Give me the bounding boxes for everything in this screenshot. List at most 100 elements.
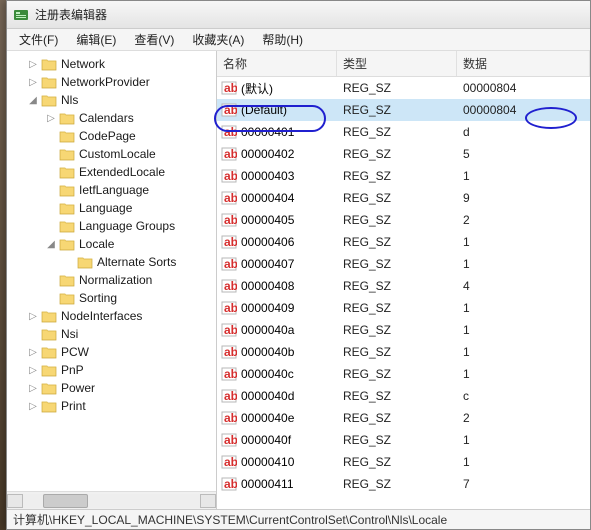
value-row[interactable]: ab00000404REG_SZ9 — [217, 187, 590, 209]
tree-item[interactable]: ◢Locale — [11, 235, 216, 253]
value-row[interactable]: ab00000411REG_SZ7 — [217, 473, 590, 495]
tree-item[interactable]: ▷Print — [11, 397, 216, 415]
value-row[interactable]: ab(Default)REG_SZ00000804 — [217, 99, 590, 121]
string-value-icon: ab — [221, 366, 237, 382]
tree-item[interactable]: ▷NodeInterfaces — [11, 307, 216, 325]
col-header-type[interactable]: 类型 — [337, 51, 457, 76]
tree-item-label: ExtendedLocale — [79, 165, 165, 179]
tree-pane: ▷Network▷NetworkProvider◢Nls▷CalendarsCo… — [7, 51, 217, 509]
value-data: 9 — [457, 191, 590, 205]
value-data: d — [457, 125, 590, 139]
titlebar[interactable]: 注册表编辑器 — [7, 1, 590, 29]
tree-item[interactable]: CustomLocale — [11, 145, 216, 163]
value-row[interactable]: ab0000040cREG_SZ1 — [217, 363, 590, 385]
tree-item[interactable]: Language Groups — [11, 217, 216, 235]
tree-item[interactable]: ▷NetworkProvider — [11, 73, 216, 91]
string-value-icon: ab — [221, 322, 237, 338]
tree-toggle-icon[interactable]: ▷ — [27, 310, 39, 322]
value-type: REG_SZ — [337, 455, 457, 469]
tree-toggle-icon[interactable]: ▷ — [27, 58, 39, 70]
tree-view[interactable]: ▷Network▷NetworkProvider◢Nls▷CalendarsCo… — [7, 51, 216, 491]
svg-text:ab: ab — [224, 367, 237, 381]
col-header-data[interactable]: 数据 — [457, 51, 590, 76]
value-row[interactable]: ab00000408REG_SZ4 — [217, 275, 590, 297]
scroll-left-icon[interactable] — [7, 494, 23, 508]
tree-item-label: CustomLocale — [79, 147, 156, 161]
tree-item-label: Alternate Sorts — [97, 255, 176, 269]
menu-edit[interactable]: 编辑(E) — [68, 29, 124, 50]
tree-item[interactable]: CodePage — [11, 127, 216, 145]
tree-toggle-icon[interactable]: ▷ — [27, 400, 39, 412]
tree-item[interactable]: Alternate Sorts — [11, 253, 216, 271]
tree-item[interactable]: ▷PCW — [11, 343, 216, 361]
value-row[interactable]: ab00000407REG_SZ1 — [217, 253, 590, 275]
string-value-icon: ab — [221, 234, 237, 250]
value-type: REG_SZ — [337, 103, 457, 117]
value-data: 2 — [457, 213, 590, 227]
tree-toggle-icon[interactable]: ▷ — [27, 382, 39, 394]
tree-toggle-icon[interactable]: ▷ — [45, 112, 57, 124]
string-value-icon: ab — [221, 256, 237, 272]
value-type: REG_SZ — [337, 389, 457, 403]
scroll-right-icon[interactable] — [200, 494, 216, 508]
svg-text:ab: ab — [224, 191, 237, 205]
tree-hscrollbar[interactable] — [7, 491, 216, 509]
value-data: 1 — [457, 169, 590, 183]
value-row[interactable]: ab0000040bREG_SZ1 — [217, 341, 590, 363]
tree-item-label: Language — [79, 201, 132, 215]
value-row[interactable]: ab00000410REG_SZ1 — [217, 451, 590, 473]
value-type: REG_SZ — [337, 169, 457, 183]
value-data: 1 — [457, 433, 590, 447]
scroll-thumb[interactable] — [43, 494, 88, 508]
tree-item[interactable]: Sorting — [11, 289, 216, 307]
value-row[interactable]: ab(默认)REG_SZ00000804 — [217, 77, 590, 99]
tree-item[interactable]: ▷ Power — [11, 379, 216, 397]
folder-icon — [41, 399, 57, 413]
menu-favorites[interactable]: 收藏夹(A) — [184, 29, 252, 50]
tree-item[interactable]: Nsi — [11, 325, 216, 343]
value-row[interactable]: ab00000401REG_SZd — [217, 121, 590, 143]
folder-icon — [41, 309, 57, 323]
tree-toggle-icon[interactable]: ▷ — [27, 76, 39, 88]
tree-item[interactable]: ▷PnP — [11, 361, 216, 379]
tree-item[interactable]: Language — [11, 199, 216, 217]
folder-icon — [41, 345, 57, 359]
svg-text:ab: ab — [224, 279, 237, 293]
tree-item[interactable]: ExtendedLocale — [11, 163, 216, 181]
menu-file[interactable]: 文件(F) — [11, 29, 66, 50]
scroll-track[interactable] — [23, 494, 200, 508]
folder-icon — [59, 237, 75, 251]
tree-item[interactable]: ▷Network — [11, 55, 216, 73]
tree-item-label: Power — [61, 381, 95, 395]
value-row[interactable]: ab00000409REG_SZ1 — [217, 297, 590, 319]
menu-help[interactable]: 帮助(H) — [254, 29, 311, 50]
string-value-icon: ab — [221, 344, 237, 360]
col-header-name[interactable]: 名称 — [217, 51, 337, 76]
value-row[interactable]: ab00000403REG_SZ1 — [217, 165, 590, 187]
tree-item[interactable]: IetfLanguage — [11, 181, 216, 199]
folder-icon — [59, 291, 75, 305]
tree-toggle-icon[interactable]: ▷ — [27, 364, 39, 376]
value-row[interactable]: ab0000040aREG_SZ1 — [217, 319, 590, 341]
value-row[interactable]: ab0000040dREG_SZc — [217, 385, 590, 407]
tree-toggle-icon[interactable]: ▷ — [27, 346, 39, 358]
value-name: 0000040b — [241, 345, 294, 359]
tree-item[interactable]: Normalization — [11, 271, 216, 289]
value-name: 00000411 — [241, 477, 294, 491]
value-row[interactable]: ab00000405REG_SZ2 — [217, 209, 590, 231]
menu-view[interactable]: 查看(V) — [126, 29, 182, 50]
value-row[interactable]: ab0000040eREG_SZ2 — [217, 407, 590, 429]
tree-item[interactable]: ▷Calendars — [11, 109, 216, 127]
value-row[interactable]: ab00000402REG_SZ5 — [217, 143, 590, 165]
folder-icon — [41, 363, 57, 377]
tree-toggle-icon[interactable]: ◢ — [27, 94, 39, 106]
tree-toggle-icon[interactable]: ◢ — [45, 238, 57, 250]
value-data: 1 — [457, 455, 590, 469]
value-row[interactable]: ab0000040fREG_SZ1 — [217, 429, 590, 451]
string-value-icon: ab — [221, 146, 237, 162]
value-row[interactable]: ab00000406REG_SZ1 — [217, 231, 590, 253]
value-type: REG_SZ — [337, 191, 457, 205]
regedit-app-icon — [13, 7, 29, 23]
tree-item[interactable]: ◢Nls — [11, 91, 216, 109]
value-data: 00000804 — [457, 103, 590, 117]
